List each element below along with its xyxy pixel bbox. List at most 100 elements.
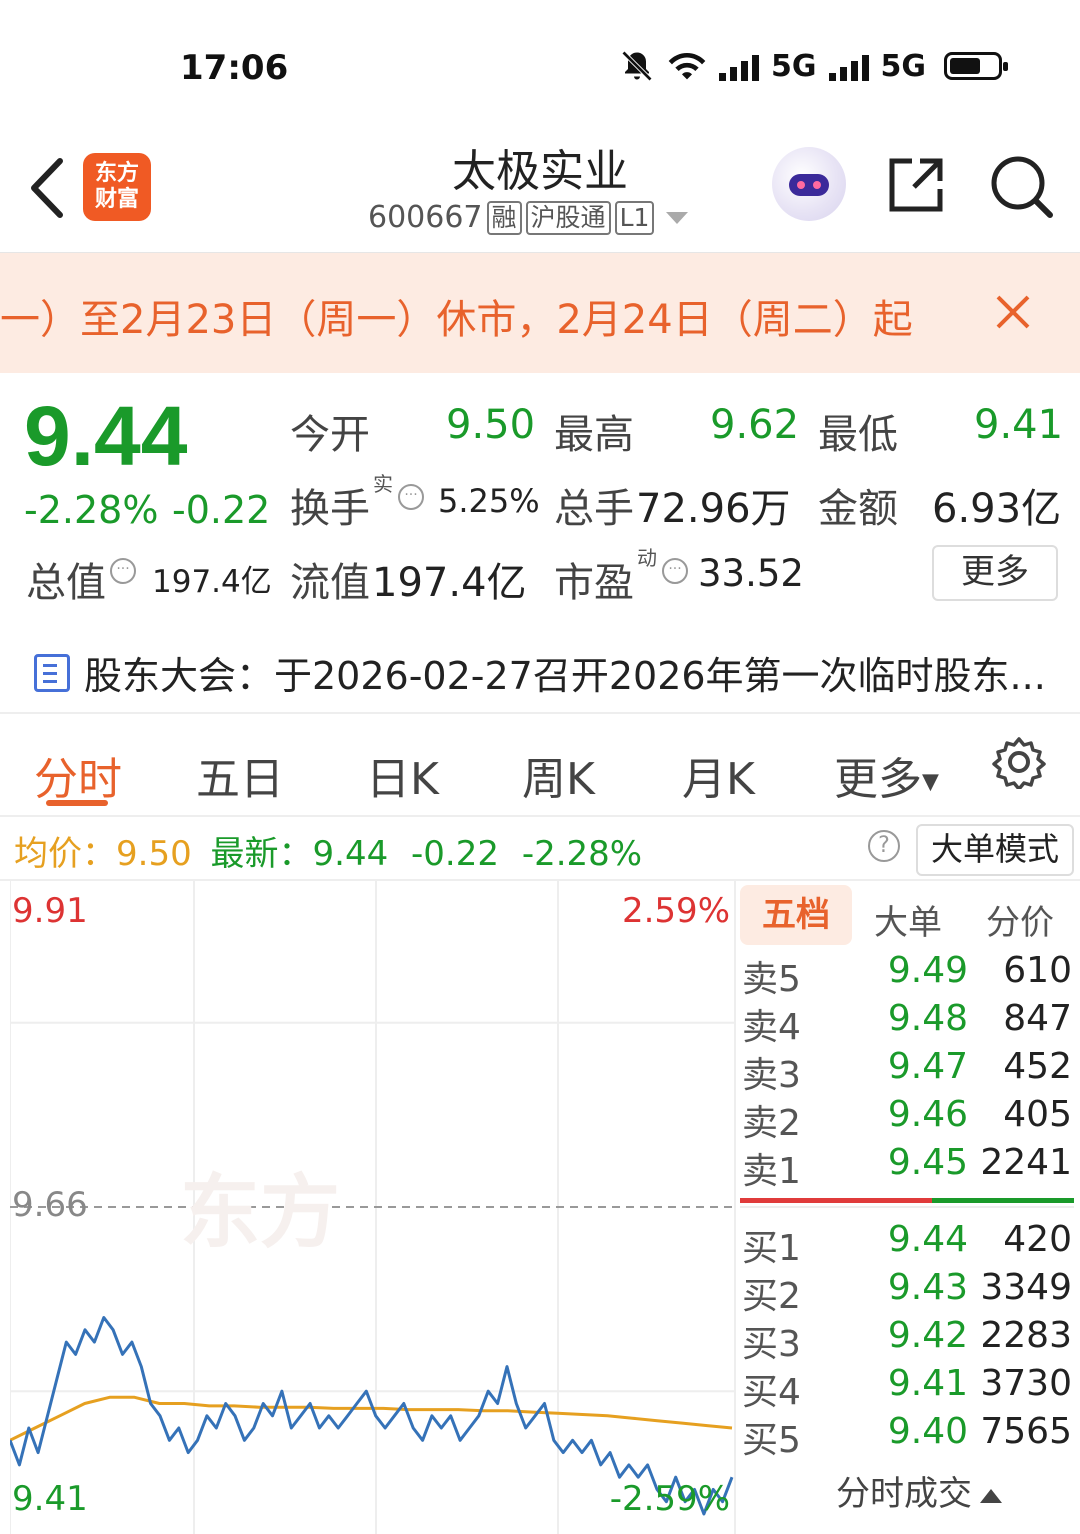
- y-bottom-label: 9.41: [12, 1479, 88, 1519]
- ask-level-label: 卖1: [742, 1151, 801, 1192]
- stock-connect-tag: 沪股通: [525, 200, 611, 235]
- bid-price: 9.42: [887, 1315, 968, 1356]
- open-label: 今开: [290, 412, 370, 458]
- tab-monthly-k[interactable]: 月K: [682, 743, 755, 807]
- ask-level-label: 卖2: [742, 1103, 801, 1144]
- pe-sup: 动: [637, 546, 657, 570]
- network-type-2: 5G: [880, 48, 927, 84]
- shareholder-meeting-row[interactable]: 股东大会：于2026-02-27召开2026年第一次临时股东...: [34, 645, 1046, 700]
- intraday-trades-toggle[interactable]: 分时成交: [836, 1466, 1002, 1515]
- network-type-1: 5G: [771, 48, 817, 84]
- bid-volume: 7565: [980, 1411, 1072, 1452]
- gear-icon[interactable]: [992, 735, 1046, 789]
- status-bar: 17:06 5G 5G: [0, 0, 1080, 125]
- bid-volume: 420: [1003, 1219, 1072, 1260]
- caret-up-icon: [980, 1488, 1002, 1503]
- bid-price: 9.41: [887, 1363, 968, 1404]
- ask-row[interactable]: 卖5 9.49 610: [742, 950, 1076, 1000]
- info-dots-icon[interactable]: ···: [110, 558, 136, 584]
- high-label: 最高: [554, 412, 634, 458]
- ask-volume: 405: [1003, 1094, 1072, 1135]
- ask-row[interactable]: 卖1 9.45 2241: [742, 1142, 1076, 1192]
- bid-row[interactable]: 买1 9.44 420: [742, 1219, 1076, 1269]
- tab-more[interactable]: 更多▼: [834, 743, 939, 807]
- tab-five-levels[interactable]: 五档: [740, 885, 852, 945]
- trades-label: 分时成交: [836, 1474, 972, 1514]
- chevron-down-icon: [666, 211, 689, 224]
- ask-row[interactable]: 卖4 9.48 847: [742, 998, 1076, 1048]
- ask-price: 9.45: [887, 1142, 968, 1183]
- bid-level-label: 买2: [742, 1276, 801, 1317]
- float-cap-label: 流值: [290, 560, 370, 606]
- ask-level-label: 卖4: [742, 1007, 801, 1048]
- info-dots-icon[interactable]: ···: [662, 558, 688, 584]
- volume-label: 总手: [554, 486, 634, 532]
- tab-big-orders[interactable]: 大单: [874, 895, 942, 944]
- tab-weekly-k[interactable]: 周K: [522, 743, 595, 807]
- bid-row[interactable]: 买4 9.41 3730: [742, 1363, 1076, 1413]
- notice-text: 一）至2月23日（周一）休市，2月24日（周二）起: [0, 297, 913, 343]
- intraday-chart[interactable]: 东方 9.91 9.66 9.41 2.59% -2.59%: [10, 880, 735, 1534]
- tab-five-day[interactable]: 五日: [196, 743, 284, 807]
- volume-value: 72.96万: [636, 486, 791, 532]
- stock-header: 东方 财富 太极实业 600667 融 沪股通 L1: [0, 125, 1080, 253]
- bid-level-label: 买1: [742, 1228, 801, 1269]
- current-price: 9.44: [24, 389, 188, 483]
- divider: [0, 815, 1080, 817]
- ai-assistant-avatar[interactable]: [772, 147, 846, 221]
- level-tag: L1: [614, 200, 655, 235]
- info-dots-icon[interactable]: ···: [398, 484, 424, 510]
- bid-price: 9.43: [887, 1267, 968, 1308]
- bid-volume: 3349: [980, 1267, 1072, 1308]
- bid-volume: 3730: [980, 1363, 1072, 1404]
- pct-bottom-label: -2.59%: [610, 1479, 730, 1519]
- divider: [740, 1206, 1074, 1208]
- search-icon[interactable]: [988, 153, 1054, 219]
- watermark: 东方: [180, 1166, 340, 1259]
- bid-row[interactable]: 买2 9.43 3349: [742, 1267, 1076, 1317]
- holiday-notice-banner[interactable]: 一）至2月23日（周一）休市，2月24日（周二）起: [0, 253, 1080, 373]
- high-value: 9.62: [710, 402, 800, 448]
- chart-grid: [10, 880, 735, 1534]
- y-top-label: 9.91: [12, 891, 88, 931]
- ask-price: 9.49: [887, 950, 968, 991]
- help-icon[interactable]: ?: [868, 830, 900, 862]
- open-value: 9.50: [446, 402, 536, 448]
- bid-row[interactable]: 买3 9.42 2283: [742, 1315, 1076, 1365]
- close-icon[interactable]: [992, 291, 1034, 333]
- ask-level-label: 卖5: [742, 959, 801, 1000]
- active-tab-indicator: [46, 800, 108, 806]
- share-icon[interactable]: [886, 155, 946, 215]
- change-percent: -2.28%: [24, 488, 159, 532]
- chart-divider: [734, 880, 736, 1534]
- bid-row[interactable]: 买5 9.40 7565: [742, 1411, 1076, 1461]
- ask-volume: 847: [1003, 998, 1072, 1039]
- ask-row[interactable]: 卖2 9.46 405: [742, 1094, 1076, 1144]
- stock-code-row[interactable]: 600667 融 沪股通 L1: [368, 200, 689, 235]
- battery-icon: [944, 52, 1008, 80]
- float-cap-value: 197.4亿: [372, 560, 527, 606]
- avg-label: 均价：: [14, 834, 116, 874]
- ask-volume: 610: [1003, 950, 1072, 991]
- tab-daily-k[interactable]: 日K: [366, 743, 439, 807]
- tab-intraday[interactable]: 分时: [34, 743, 122, 807]
- ask-row[interactable]: 卖3 9.47 452: [742, 1046, 1076, 1096]
- bid-level-label: 买4: [742, 1372, 801, 1413]
- amount-value: 6.93亿: [932, 486, 1062, 532]
- ask-volume: 452: [1003, 1046, 1072, 1087]
- ask-price: 9.47: [887, 1046, 968, 1087]
- pe-value: 33.52: [698, 552, 804, 595]
- pe-label: 市盈: [554, 560, 634, 606]
- mktcap-value: 197.4亿: [152, 564, 272, 600]
- bid-level-label: 买5: [742, 1420, 801, 1461]
- more-quote-button[interactable]: 更多: [932, 545, 1058, 601]
- turnover-sup: 实: [373, 472, 393, 496]
- low-label: 最低: [818, 412, 898, 458]
- low-value: 9.41: [974, 402, 1064, 448]
- big-order-mode-button[interactable]: 大单模式: [916, 824, 1074, 876]
- signal-icon-2: [828, 51, 869, 81]
- document-icon: [34, 653, 70, 692]
- tab-price-breakdown[interactable]: 分价: [986, 895, 1054, 944]
- meeting-text: 股东大会：于2026-02-27召开2026年第一次临时股东...: [84, 654, 1046, 698]
- chart-tabs: 分时 五日 日K 周K 月K 更多▼: [0, 735, 1080, 815]
